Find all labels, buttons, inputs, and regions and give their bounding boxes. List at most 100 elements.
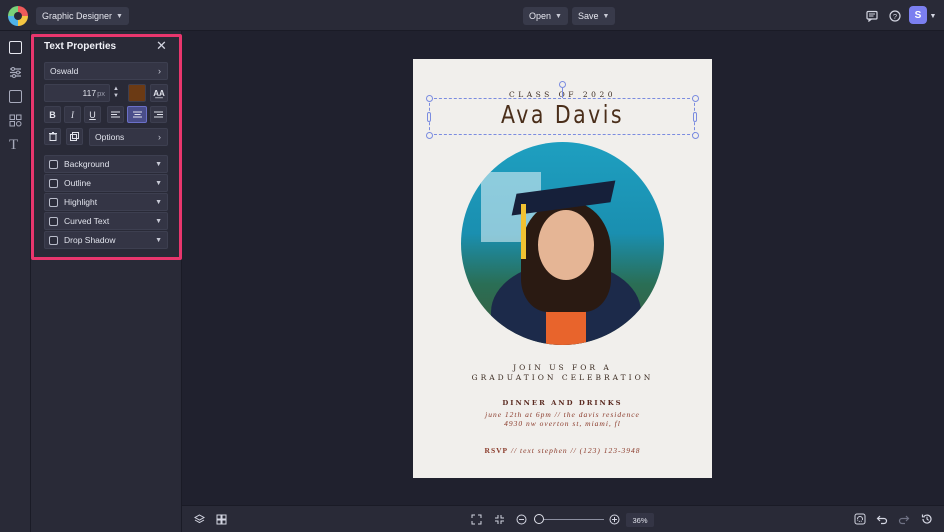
- effect-curved-text[interactable]: Curved Text ▼: [44, 212, 168, 230]
- effect-outline[interactable]: Outline ▼: [44, 174, 168, 192]
- rsvp-line[interactable]: RSVP // text stephen // (123) 123-3948: [413, 446, 712, 455]
- chevron-down-icon[interactable]: ▼: [113, 93, 119, 100]
- resize-handle-br[interactable]: [692, 132, 699, 139]
- chevron-down-icon[interactable]: ▼: [926, 7, 940, 25]
- zoom-in-icon[interactable]: [607, 512, 621, 526]
- text-tool-icon[interactable]: T: [9, 138, 18, 153]
- zoom-slider-track[interactable]: [534, 519, 604, 520]
- effect-background[interactable]: Background ▼: [44, 155, 168, 173]
- align-center-icon[interactable]: [127, 106, 147, 123]
- font-size-input[interactable]: 117 px: [44, 84, 110, 102]
- open-dropdown[interactable]: Open ▼: [523, 7, 568, 25]
- align-right-icon[interactable]: [150, 106, 167, 123]
- checkbox[interactable]: [49, 216, 58, 226]
- checkbox[interactable]: [49, 197, 58, 207]
- effect-highlight[interactable]: Highlight ▼: [44, 193, 168, 211]
- effect-label: Drop Shadow: [64, 235, 116, 245]
- graduate-photo[interactable]: [461, 142, 664, 345]
- frame-icon[interactable]: [9, 90, 22, 103]
- photo-face: [538, 210, 594, 280]
- save-dropdown[interactable]: Save ▼: [572, 7, 616, 25]
- top-bar: [0, 0, 944, 31]
- font-size-unit: px: [97, 88, 105, 98]
- app-menu-label: Graphic Designer: [42, 11, 113, 21]
- app-logo-icon[interactable]: [8, 6, 28, 26]
- close-icon[interactable]: ✕: [156, 39, 167, 52]
- grid-icon[interactable]: [214, 512, 228, 526]
- user-avatar[interactable]: S: [909, 6, 927, 24]
- detail-line-1[interactable]: june 12th at 6pm // the davis residence: [413, 410, 712, 419]
- undo-icon[interactable]: [875, 512, 889, 526]
- chevron-down-icon: ▼: [602, 12, 610, 20]
- chevron-right-icon: ›: [158, 132, 161, 142]
- rsvp-label: RSVP: [484, 446, 509, 455]
- zoom-level[interactable]: 36%: [626, 513, 654, 527]
- chevron-down-icon: ▼: [155, 198, 162, 206]
- history-icon[interactable]: [920, 512, 934, 526]
- join-line-1[interactable]: JOIN US FOR A: [413, 363, 712, 372]
- svg-text:?: ?: [893, 12, 897, 21]
- duplicate-icon[interactable]: [66, 128, 83, 145]
- chevron-down-icon: ▼: [155, 236, 162, 244]
- actual-size-icon[interactable]: [492, 512, 506, 526]
- chevron-down-icon: ▼: [116, 12, 123, 20]
- open-label: Open: [529, 11, 552, 21]
- bold-button[interactable]: B: [44, 106, 61, 123]
- rotate-handle[interactable]: [559, 81, 566, 88]
- effect-drop-shadow[interactable]: Drop Shadow ▼: [44, 231, 168, 249]
- shapes-icon[interactable]: [9, 114, 22, 127]
- font-size-stepper[interactable]: ▲ ▼: [111, 84, 121, 102]
- comment-icon[interactable]: [863, 7, 881, 25]
- layers-icon[interactable]: [192, 512, 206, 526]
- tool-rail: [0, 31, 31, 532]
- italic-button[interactable]: I: [64, 106, 81, 123]
- options-button[interactable]: Options ›: [89, 128, 168, 146]
- panel-title: Text Properties: [44, 41, 117, 52]
- effect-label: Curved Text: [64, 216, 110, 226]
- chevron-down-icon: ▼: [155, 217, 162, 225]
- trash-icon[interactable]: [44, 128, 61, 145]
- chevron-down-icon: ▼: [555, 12, 562, 20]
- fit-screen-icon[interactable]: [469, 512, 483, 526]
- effect-label: Outline: [64, 178, 91, 188]
- selection-box[interactable]: [429, 98, 695, 135]
- align-left-icon[interactable]: [107, 106, 124, 123]
- font-name: Oswald: [50, 66, 79, 76]
- photo-tassel: [521, 204, 526, 259]
- resize-handle-right[interactable]: [693, 112, 697, 122]
- chevron-down-icon: ▼: [155, 179, 162, 187]
- resize-handle-tr[interactable]: [692, 95, 699, 102]
- flip-icon[interactable]: [853, 512, 867, 526]
- redo-icon[interactable]: [897, 512, 911, 526]
- checkbox[interactable]: [49, 159, 58, 169]
- adjust-sliders-icon[interactable]: [9, 66, 22, 79]
- app-menu-dropdown[interactable]: Graphic Designer ▼: [36, 7, 129, 25]
- join-line-2[interactable]: GRADUATION CELEBRATION: [413, 373, 712, 382]
- zoom-out-icon[interactable]: [514, 512, 528, 526]
- rsvp-text: // text stephen // (123) 123-3948: [511, 446, 641, 455]
- rotate-line: [562, 88, 563, 98]
- chevron-up-icon[interactable]: ▲: [113, 86, 119, 93]
- avatar-initial: S: [914, 9, 922, 21]
- font-family-select[interactable]: Oswald ›: [44, 62, 168, 80]
- resize-handle-tl[interactable]: [426, 95, 433, 102]
- checkbox[interactable]: [49, 235, 58, 245]
- dinner-text[interactable]: DINNER AND DRINKS: [413, 399, 712, 407]
- text-case-icon[interactable]: A͟A: [150, 84, 168, 102]
- effect-label: Highlight: [64, 197, 98, 207]
- save-label: Save: [578, 11, 599, 21]
- underline-button[interactable]: U: [84, 106, 101, 123]
- resize-handle-bl[interactable]: [426, 132, 433, 139]
- image-icon[interactable]: [9, 41, 22, 54]
- chevron-down-icon: ▼: [155, 160, 162, 168]
- font-size-value: 117: [82, 88, 97, 98]
- resize-handle-left[interactable]: [427, 112, 431, 122]
- text-color-swatch[interactable]: [128, 84, 146, 102]
- zoom-slider-handle[interactable]: [534, 514, 544, 524]
- options-label: Options: [95, 132, 125, 142]
- checkbox[interactable]: [49, 178, 58, 188]
- help-icon[interactable]: ?: [886, 7, 904, 25]
- effect-label: Background: [64, 159, 110, 169]
- chevron-right-icon: ›: [158, 66, 161, 76]
- detail-line-2[interactable]: 4930 nw overton st, miami, fl: [413, 419, 712, 428]
